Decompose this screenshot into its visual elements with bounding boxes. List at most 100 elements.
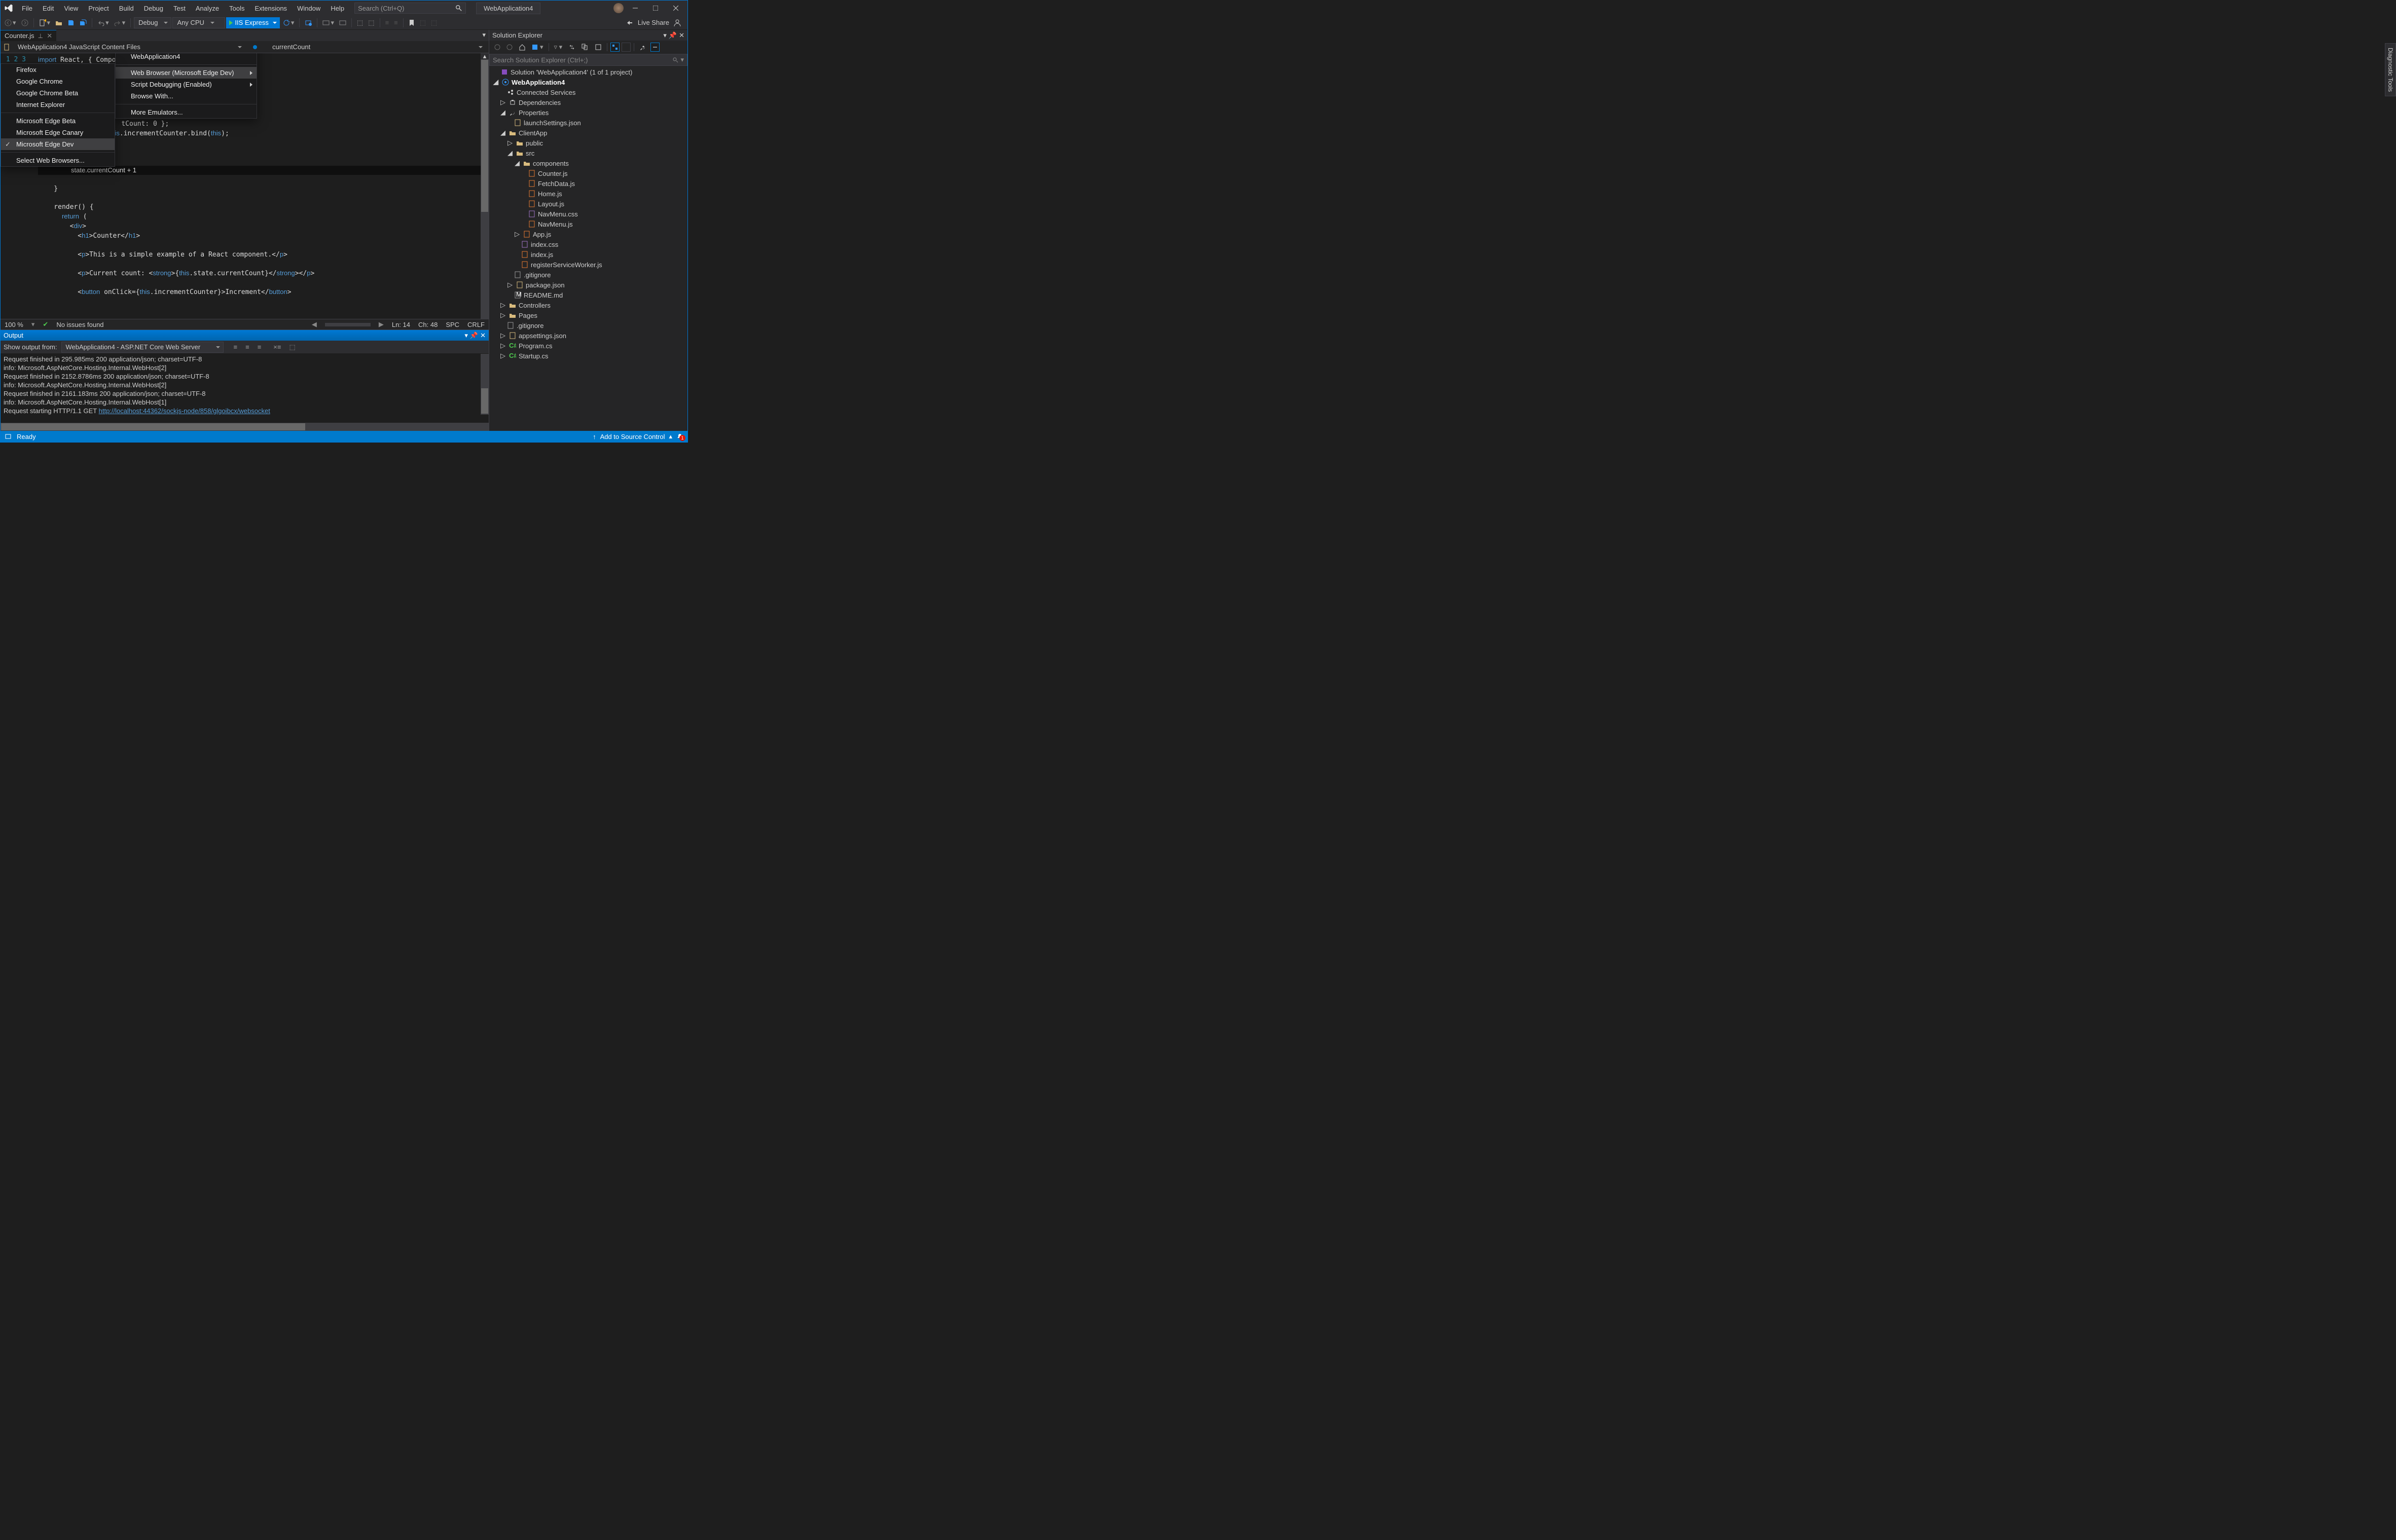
menu-extensions[interactable]: Extensions (249, 3, 292, 14)
tbtn-b[interactable] (337, 17, 348, 28)
menu-help[interactable]: Help (325, 3, 349, 14)
menu-window[interactable]: Window (292, 3, 325, 14)
tree-gitignore[interactable]: .gitignore (489, 270, 687, 280)
output-scroll-v[interactable] (481, 354, 489, 415)
nav-fwd-button[interactable] (19, 17, 30, 28)
tree-navcss[interactable]: NavMenu.css (489, 209, 687, 219)
se-preview-button[interactable] (650, 43, 660, 52)
nav-back-button[interactable]: ▾ (3, 17, 18, 28)
output-toggle-a[interactable]: ≡ (243, 342, 251, 353)
tree-clientapp[interactable]: ◢ClientApp (489, 128, 687, 138)
se-view-b[interactable] (622, 43, 631, 52)
tree-startup[interactable]: ▷C#Startup.cs (489, 351, 687, 361)
diagnostic-tools-tab[interactable]: Diagnostic Tools (2385, 43, 2396, 96)
output-pin-icon[interactable]: 📌 (470, 332, 478, 340)
platform-combo[interactable]: Any CPU (172, 17, 225, 28)
dd-chrome[interactable]: Google Chrome (1, 76, 115, 87)
editor-scrollbar-v[interactable]: ▴ (481, 53, 489, 319)
output-close-icon[interactable]: ✕ (480, 332, 486, 340)
dd-select-browsers[interactable]: Select Web Browsers... (1, 155, 115, 166)
se-sync-button[interactable] (566, 42, 577, 53)
tree-solution[interactable]: Solution 'WebApplication4' (1 of 1 proje… (489, 67, 687, 77)
account-icon[interactable] (673, 19, 681, 27)
browser-link-button[interactable] (303, 17, 314, 28)
se-pin-icon[interactable]: 📌 (669, 31, 677, 40)
tree-pkg[interactable]: ▷package.json (489, 280, 687, 290)
solution-name[interactable]: WebApplication4 (476, 3, 540, 14)
save-button[interactable] (65, 17, 77, 28)
comment-button[interactable]: ⬚ (418, 17, 428, 28)
redo-button[interactable]: ▾ (112, 17, 128, 28)
menu-project[interactable]: Project (83, 3, 114, 14)
se-refresh-button[interactable] (579, 42, 591, 53)
menu-view[interactable]: View (59, 3, 83, 14)
output-dropdown-icon[interactable]: ▾ (464, 332, 468, 340)
dd-chrome-beta[interactable]: Google Chrome Beta (1, 87, 115, 99)
global-search-input[interactable]: Search (Ctrl+Q) (354, 3, 466, 14)
menu-tools[interactable]: Tools (224, 3, 249, 14)
menu-debug[interactable]: Debug (139, 3, 168, 14)
menu-analyze[interactable]: Analyze (191, 3, 224, 14)
dd-firefox[interactable]: Firefox (1, 64, 115, 76)
run-button[interactable]: IIS Express (226, 17, 279, 28)
close-button[interactable] (667, 1, 684, 15)
tree-gitignore2[interactable]: .gitignore (489, 320, 687, 331)
tab-pin-icon[interactable]: ⟂ (39, 32, 43, 40)
tab-overflow[interactable]: ▾ (479, 30, 489, 41)
se-search-input[interactable]: Search Solution Explorer (Ctrl+;) ▾ (489, 54, 687, 66)
output-text[interactable]: Request finished in 295.985ms 200 applic… (1, 354, 489, 423)
output-wrap-button[interactable]: ×≡ (271, 342, 283, 353)
menu-file[interactable]: File (17, 3, 38, 14)
tree-components[interactable]: ◢components (489, 158, 687, 168)
tree-connected[interactable]: Connected Services (489, 87, 687, 97)
tree-appjs[interactable]: ▷App.js (489, 229, 687, 239)
solution-tree[interactable]: Solution 'WebApplication4' (1 of 1 proje… (489, 66, 687, 431)
se-switch-view[interactable]: ▾ (530, 42, 546, 53)
tree-pages[interactable]: ▷Pages (489, 310, 687, 320)
tree-regsw[interactable]: registerServiceWorker.js (489, 260, 687, 270)
tab-close-icon[interactable]: ✕ (47, 32, 52, 40)
bookmark-button[interactable] (407, 17, 417, 28)
tree-fetchdata[interactable]: FetchData.js (489, 178, 687, 189)
tbtn-d[interactable]: ⬚ (366, 17, 376, 28)
save-all-button[interactable] (78, 17, 89, 28)
tree-program[interactable]: ▷C#Program.cs (489, 341, 687, 351)
tbtn-c[interactable]: ⬚ (355, 17, 365, 28)
notifications-icon[interactable]: 1 (676, 433, 683, 440)
tree-counter-js[interactable]: Counter.js (489, 168, 687, 178)
user-avatar[interactable] (613, 3, 624, 13)
dd-ie[interactable]: Internet Explorer (1, 99, 115, 111)
se-view-a[interactable] (610, 43, 620, 52)
live-share-button[interactable]: Live Share (638, 19, 669, 26)
tree-home[interactable]: Home.js (489, 189, 687, 199)
output-url-link[interactable]: http://localhost:44362/sockjs-node/858/g… (99, 407, 270, 415)
dd-more-emu[interactable]: More Emulators... (116, 106, 257, 118)
output-goto-button[interactable]: ⬚ (287, 342, 297, 353)
tree-project[interactable]: ◢WebApplication4 (489, 77, 687, 87)
tbtn-a[interactable]: ▾ (320, 17, 336, 28)
output-clear-button[interactable]: ≡ (232, 342, 240, 353)
output-source-combo[interactable]: WebApplication4 - ASP.NET Core Web Serve… (61, 342, 224, 353)
add-source-control[interactable]: Add to Source Control (600, 433, 665, 441)
se-filter[interactable]: ▿ ▾ (552, 42, 565, 53)
new-file-button[interactable]: ✦ ▾ (37, 17, 53, 28)
run-dropdown-caret[interactable] (273, 22, 277, 24)
code-editor[interactable]: 1 2 3 4 5 6 7 1 1 1 1 1 14 15 16 17 18 1… (1, 53, 489, 319)
indent-more-button[interactable]: ≡ (392, 17, 400, 28)
se-dropdown-icon[interactable]: ▾ (663, 31, 667, 40)
tree-props[interactable]: ◢Properties (489, 107, 687, 118)
open-file-button[interactable] (53, 17, 64, 28)
maximize-button[interactable] (647, 1, 664, 15)
se-home-button[interactable] (517, 42, 528, 53)
dd-browse-with[interactable]: Browse With... (116, 90, 257, 102)
dd-edge-beta[interactable]: Microsoft Edge Beta (1, 115, 115, 127)
tree-appsettings[interactable]: ▷appsettings.json (489, 331, 687, 341)
menu-test[interactable]: Test (168, 3, 191, 14)
dd-edge-canary[interactable]: Microsoft Edge Canary (1, 127, 115, 138)
se-showall-button[interactable] (593, 42, 604, 53)
menu-build[interactable]: Build (114, 3, 139, 14)
undo-button[interactable]: ▾ (95, 17, 111, 28)
menu-edit[interactable]: Edit (38, 3, 59, 14)
se-fwd-button[interactable] (504, 42, 515, 53)
config-combo[interactable]: Debug (134, 17, 171, 28)
